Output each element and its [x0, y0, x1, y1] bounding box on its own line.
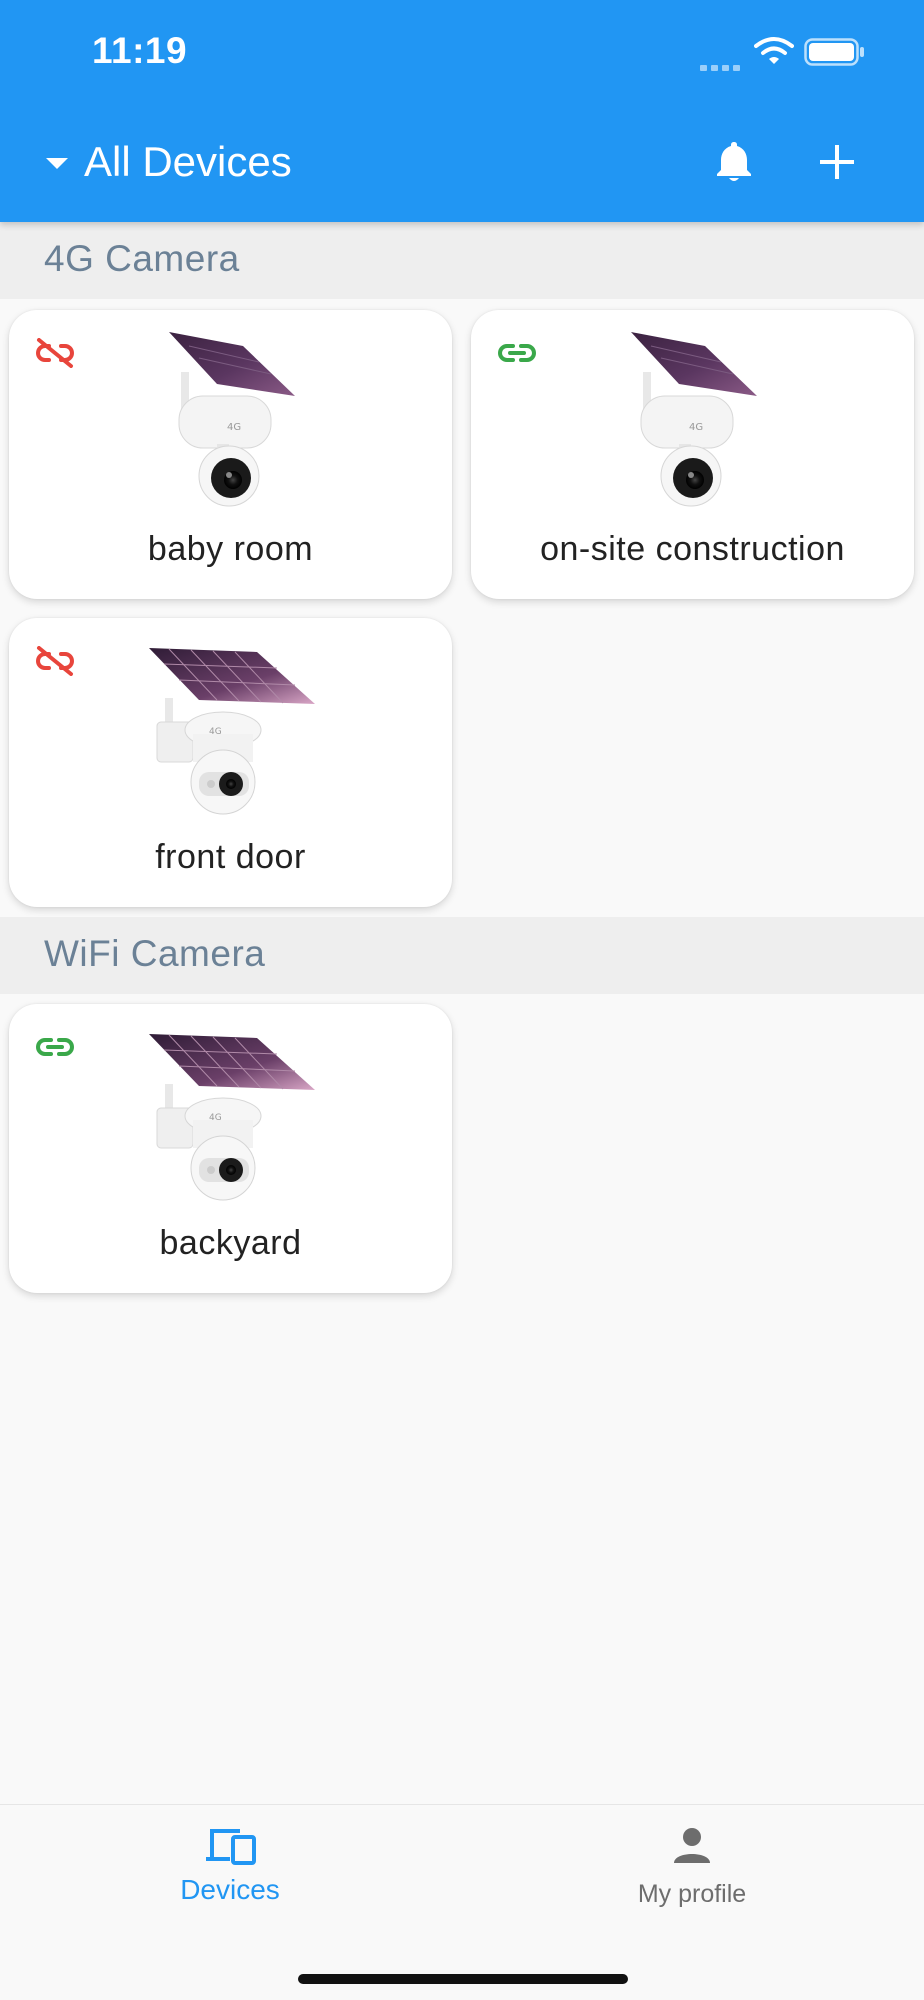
- camera-image: [148, 1033, 316, 1201]
- device-list-screen: 11:19 All Devices 4G Camera baby room on…: [0, 0, 924, 2000]
- cellular-signal-icon: [700, 58, 744, 76]
- link-icon: [36, 1038, 74, 1056]
- device-card-front-door[interactable]: front door: [9, 618, 452, 907]
- device-card-backyard[interactable]: backyard: [9, 1004, 452, 1293]
- camera-image: [148, 647, 316, 815]
- devices-icon: [206, 1829, 256, 1865]
- app-bar: 11:19 All Devices: [0, 0, 924, 222]
- section-title: 4G Camera: [44, 238, 240, 279]
- nav-label: My profile: [637, 1880, 747, 1908]
- person-icon: [674, 1828, 710, 1863]
- link-off-icon: [36, 338, 74, 368]
- section-title: WiFi Camera: [44, 933, 266, 974]
- device-card-on-site-construction[interactable]: on-site construction: [471, 310, 914, 599]
- status-time: 11:19: [92, 30, 188, 71]
- link-off-icon: [36, 646, 74, 676]
- section-header-wifi: WiFi Camera: [0, 917, 924, 994]
- device-card-baby-room[interactable]: baby room: [9, 310, 452, 599]
- device-name: backyard: [159, 1224, 302, 1262]
- camera-image: [630, 331, 758, 507]
- nav-my-profile[interactable]: My profile: [542, 1825, 842, 1909]
- device-name: baby room: [147, 530, 314, 568]
- section-header-4g: 4G Camera: [0, 222, 924, 299]
- device-group-selector[interactable]: All Devices: [46, 138, 292, 186]
- battery-icon: [804, 38, 864, 66]
- link-icon: [498, 344, 536, 362]
- bottom-navigation: Devices My profile: [0, 1804, 924, 2000]
- home-indicator: [298, 1974, 628, 1984]
- bell-icon[interactable]: [710, 138, 758, 186]
- plus-icon[interactable]: [818, 143, 856, 181]
- nav-label: Devices: [180, 1874, 280, 1905]
- device-name: on-site construction: [540, 530, 845, 568]
- page-title: All Devices: [84, 138, 292, 185]
- wifi-icon: [754, 37, 794, 64]
- nav-devices[interactable]: Devices: [80, 1825, 380, 1906]
- camera-image: [168, 331, 296, 507]
- device-name: front door: [155, 838, 306, 876]
- caret-down-icon: [46, 157, 68, 169]
